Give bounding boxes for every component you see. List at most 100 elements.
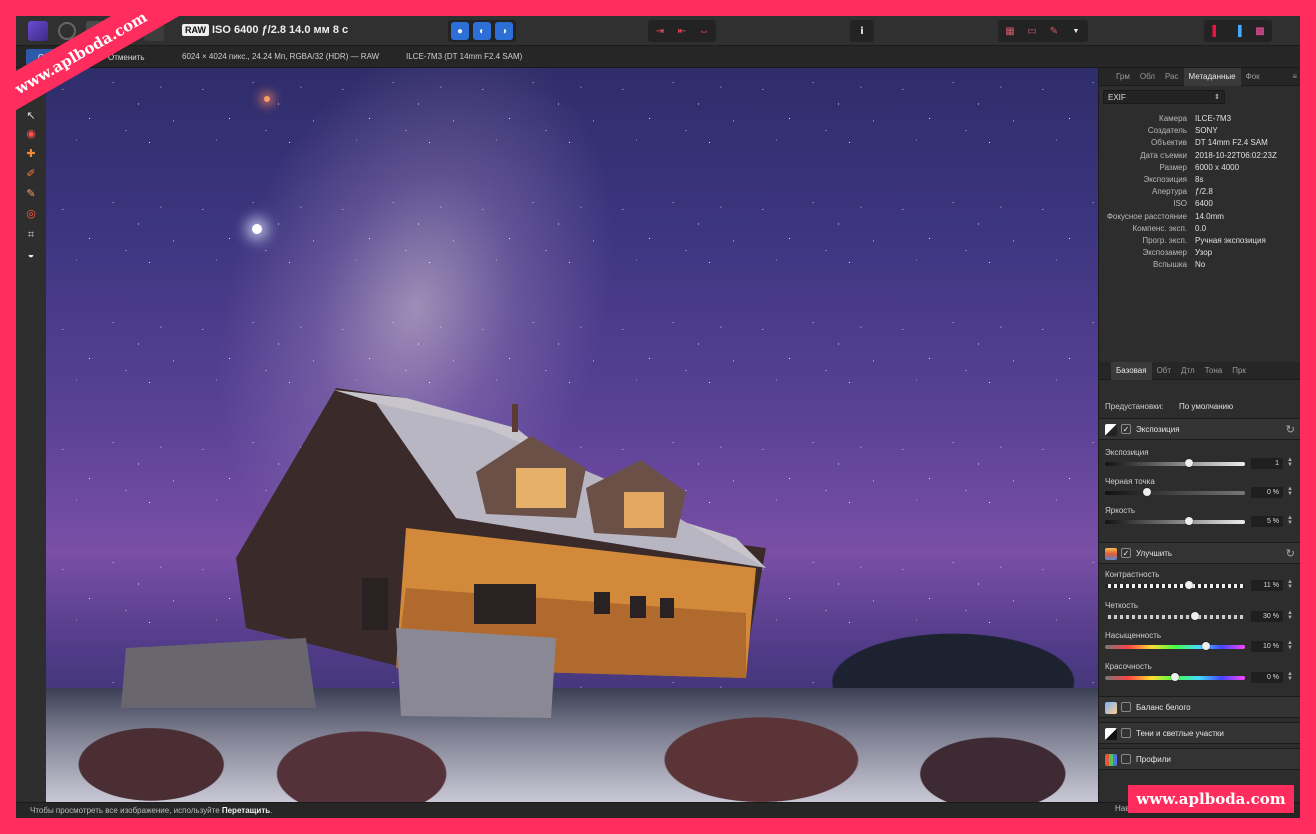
metadata-value: SONY [1195, 126, 1218, 136]
clipping-group: ⇥ ⇤ ⇔ [648, 20, 716, 42]
metadata-value: 2018-10-22T06:02:23Z [1195, 150, 1277, 160]
grid-icon[interactable]: ▦ [1001, 22, 1019, 40]
gradient-tool-icon[interactable]: ◎ [24, 206, 38, 220]
tab-details[interactable]: Дтл [1176, 362, 1200, 380]
white-balance-checkbox[interactable] [1121, 702, 1131, 712]
stepper-icon[interactable]: ▲ ▼ [1287, 640, 1293, 651]
image-canvas[interactable] [46, 68, 1098, 802]
studio-left-icon[interactable]: ▌ [1207, 22, 1225, 40]
tab-metadata[interactable]: Метаданные [1183, 67, 1241, 86]
stepper-icon[interactable]: ▲ ▼ [1287, 671, 1293, 682]
stepper-icon[interactable]: ▲ ▼ [1287, 610, 1293, 621]
slider-knob[interactable] [1185, 459, 1193, 467]
tab-basic[interactable]: Базовая [1111, 361, 1152, 380]
enhance-checkbox[interactable]: ✓ [1121, 548, 1131, 558]
profiles-checkbox[interactable] [1121, 754, 1131, 764]
info-group: ⅰ [850, 20, 874, 42]
app-logo-icon[interactable] [28, 21, 48, 41]
slider-track[interactable] [1105, 581, 1245, 589]
develop-tabs: Базовая Обт Дтл Тона Прк [1099, 361, 1300, 380]
clip-shadows-button[interactable]: ⇤ [673, 22, 691, 40]
view-split-button[interactable]: ◐ [473, 22, 491, 40]
tab-focus-merge[interactable]: Рас [1160, 68, 1184, 86]
reset-icon[interactable]: ↻ [1286, 547, 1295, 560]
context-bar: Обр Отменить 6024 × 4024 пикс., 24.24 Мп… [16, 46, 1300, 68]
slider-track[interactable] [1105, 488, 1245, 496]
shadows-checkbox[interactable] [1121, 728, 1131, 738]
slider-track[interactable] [1105, 611, 1245, 620]
tab-focus[interactable]: Фок [1241, 68, 1265, 86]
slider-track[interactable] [1105, 459, 1245, 467]
reset-icon[interactable]: ↻ [1286, 423, 1295, 436]
studio-presets-icon[interactable]: ▩ [1251, 22, 1269, 40]
overlay-brush-icon[interactable]: ✐ [24, 166, 38, 180]
app-window: RAW ISO 6400 ƒ/2.8 14.0 мм 8 с ● ◐ ◑ ⇥ ⇤… [16, 16, 1300, 818]
exposure-checkbox[interactable]: ✓ [1121, 424, 1131, 434]
section-shadows-highlights[interactable]: Тени и светлые участки [1099, 722, 1300, 744]
slider-knob[interactable] [1190, 611, 1199, 620]
tab-tones[interactable]: Тона [1200, 362, 1228, 380]
slider-knob[interactable] [1185, 581, 1193, 589]
blemish-tool-icon[interactable]: ✚ [24, 146, 38, 160]
slider-track[interactable] [1105, 517, 1245, 525]
tab-scopes[interactable]: Обл [1135, 68, 1160, 86]
metadata-key: Апертура [1152, 187, 1187, 197]
view-single-button[interactable]: ● [451, 22, 469, 40]
slider-knob[interactable] [1201, 642, 1210, 650]
overlay-erase-icon[interactable]: ✎ [24, 186, 38, 200]
metadata-key: Размер [1159, 162, 1188, 172]
stepper-icon[interactable]: ▲ ▼ [1287, 579, 1293, 590]
crop-tool-icon[interactable]: ⌗ [24, 228, 38, 242]
tab-histogram[interactable]: Грм [1111, 68, 1135, 86]
section-exposure[interactable]: ✓ Экспозиция ↻ [1099, 418, 1300, 440]
metadata-row: Компенс. эксп. 0.0 [1099, 224, 1300, 236]
slider-label: Контрастность [1105, 570, 1160, 579]
right-panel: Грм Обл Рас Метаданные Фок ≡ EXIF ⇕ Каме… [1098, 67, 1300, 802]
top-toolbar: RAW ISO 6400 ƒ/2.8 14.0 мм 8 с ● ◐ ◑ ⇥ ⇤… [16, 16, 1300, 46]
slider-knob[interactable] [1185, 517, 1193, 525]
slider-value-field[interactable]: 0 % [1251, 487, 1283, 498]
metadata-value: 6000 x 4000 [1195, 162, 1240, 172]
stepper-icon[interactable]: ▲ ▼ [1287, 457, 1293, 468]
overlay-dropdown-icon[interactable]: ▼ [1067, 22, 1085, 40]
image-info: 6024 × 4024 пикс., 24.24 Мп, RGBA/32 (HD… [182, 52, 380, 61]
red-eye-tool-icon[interactable]: ◉ [24, 126, 38, 140]
panel-menu-icon[interactable]: ≡ [1287, 68, 1300, 86]
white-balance-tool-icon[interactable]: ◒ [24, 248, 38, 262]
brush-overlay-icon[interactable]: ✎ [1045, 22, 1063, 40]
section-enhance[interactable]: ✓ Улучшить ↻ [1099, 542, 1300, 564]
metadata-key: Экспозиция [1143, 175, 1187, 184]
metadata-row: Создатель SONY [1099, 126, 1300, 138]
slider-value-field[interactable]: 0 % [1251, 671, 1283, 683]
clip-tones-button[interactable]: ⇔ [695, 22, 713, 40]
info-icon[interactable]: ⅰ [853, 22, 871, 40]
slider-track[interactable] [1105, 672, 1245, 681]
slider-label: Черная точка [1105, 477, 1155, 486]
stepper-icon[interactable]: ▲ ▼ [1287, 486, 1293, 497]
slider-value-field[interactable]: 5 % [1251, 516, 1283, 527]
slider-value-field[interactable]: 1 [1251, 458, 1283, 469]
section-profiles[interactable]: Профили [1099, 748, 1300, 770]
clip-highlights-button[interactable]: ⇥ [651, 22, 669, 40]
view-tool-icon[interactable]: ↖ [24, 108, 38, 122]
section-white-balance[interactable]: Баланс белого [1099, 696, 1300, 718]
view-mirror-button[interactable]: ◑ [495, 22, 513, 40]
status-bold: Перетащить [221, 806, 271, 815]
tab-overlays[interactable]: Прк [1227, 362, 1251, 380]
slider-value-field[interactable]: 11 % [1251, 580, 1283, 591]
metadata-row: Фокусное расстояние 14.0mm [1099, 212, 1300, 224]
status-bar: Чтобы просмотреть все изображение, испол… [16, 802, 1300, 818]
slider-knob[interactable] [1171, 672, 1179, 681]
slider-value-field[interactable]: 30 % [1251, 610, 1283, 622]
slider-track[interactable] [1105, 642, 1245, 650]
stepper-icon[interactable]: ▲ ▼ [1287, 515, 1293, 526]
studio-right-icon[interactable]: ▐ [1229, 22, 1247, 40]
tab-lens[interactable]: Обт [1152, 362, 1176, 380]
slider-knob[interactable] [1143, 488, 1151, 496]
studio-group: ▌ ▐ ▩ [1204, 20, 1272, 42]
toggle-icon[interactable]: ▭ [1023, 22, 1041, 40]
slider-value-field[interactable]: 10 % [1251, 641, 1283, 652]
exif-dropdown[interactable]: EXIF ⇕ [1103, 90, 1225, 104]
shadows-title: Тени и светлые участки [1136, 729, 1224, 738]
presets-dropdown[interactable]: По умолчанию [1179, 402, 1233, 411]
